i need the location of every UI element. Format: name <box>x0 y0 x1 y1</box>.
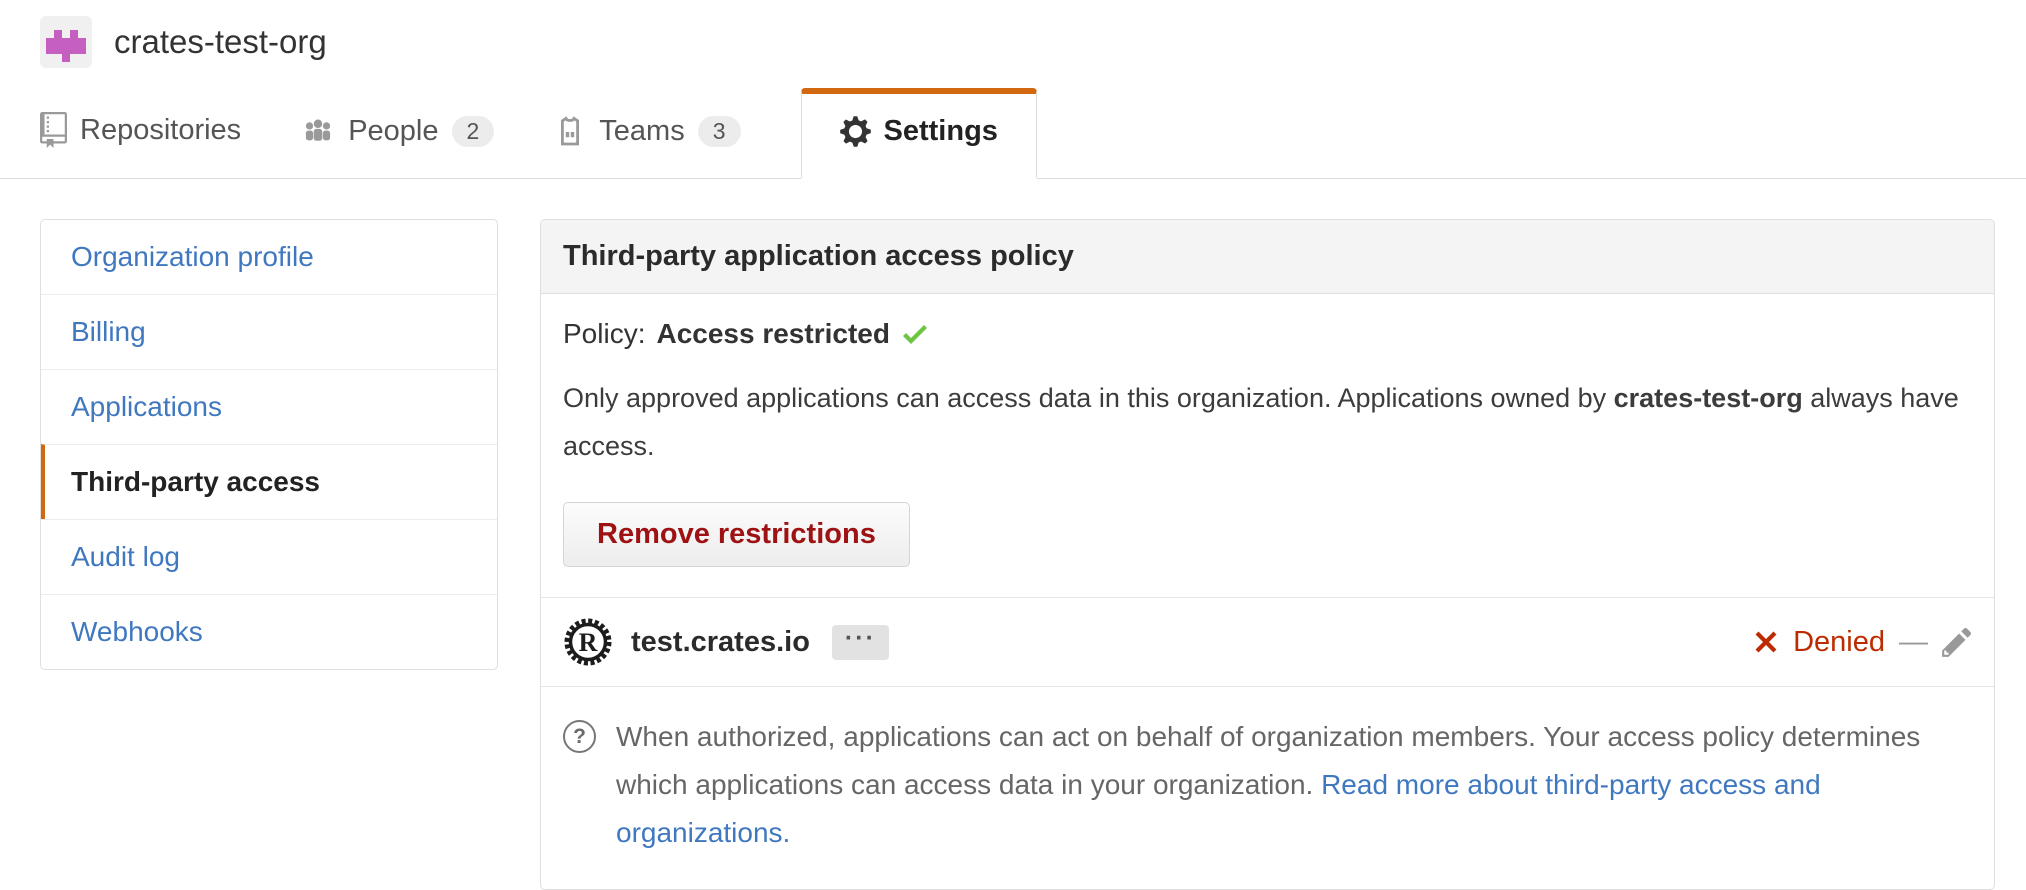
tab-people[interactable]: People 2 <box>301 114 494 178</box>
policy-value: Access restricted <box>656 318 889 350</box>
org-tabnav: Repositories People 2 Teams 3 Se <box>0 88 2026 179</box>
tab-label: People <box>348 115 438 148</box>
gear-icon <box>840 114 871 149</box>
panel-title: Third-party application access policy <box>541 220 1994 294</box>
sidebar-item-billing[interactable]: Billing <box>41 294 497 369</box>
panel-note: ? When authorized, applications can act … <box>541 686 1994 889</box>
settings-sidebar: Organization profile Billing Application… <box>40 219 498 670</box>
description-org-name: crates-test-org <box>1614 383 1803 413</box>
org-title[interactable]: crates-test-org <box>114 23 327 61</box>
tab-label: Settings <box>884 115 998 148</box>
sidebar-item-third-party-access[interactable]: Third-party access <box>41 444 497 519</box>
org-settings-page: crates-test-org Repositories People 2 <box>0 0 2026 890</box>
check-icon <box>901 318 929 350</box>
note-text: When authorized, applications can act on… <box>616 713 1972 857</box>
x-icon <box>1753 626 1779 658</box>
sidebar-item-applications[interactable]: Applications <box>41 369 497 444</box>
remove-restrictions-button[interactable]: Remove restrictions <box>563 502 910 567</box>
tab-label: Teams <box>599 115 684 148</box>
policy-description: Only approved applications can access da… <box>563 374 1963 470</box>
policy-label: Policy: <box>563 318 645 350</box>
org-header: crates-test-org <box>0 0 2026 68</box>
rust-logo-icon: R <box>563 617 613 667</box>
description-prefix: Only approved applications can access da… <box>563 383 1614 413</box>
sidebar-item-audit-log[interactable]: Audit log <box>41 519 497 594</box>
sidebar-item-organization-profile[interactable]: Organization profile <box>41 220 497 294</box>
app-more-button[interactable]: ··· <box>832 625 889 660</box>
svg-text:R: R <box>579 628 598 657</box>
tab-label: Repositories <box>80 114 241 147</box>
edit-pencil-icon[interactable] <box>1942 625 1972 659</box>
app-access-status: Denied — <box>1753 625 1972 659</box>
tab-teams[interactable]: Teams 3 <box>554 115 740 178</box>
third-party-access-panel: Third-party application access policy Po… <box>540 219 1995 890</box>
panel-body: Policy: Access restricted Only approved … <box>541 294 1994 597</box>
people-icon <box>301 114 335 148</box>
policy-line: Policy: Access restricted <box>563 318 1972 350</box>
people-count-badge: 2 <box>452 116 495 147</box>
repo-icon <box>40 112 67 148</box>
org-avatar[interactable] <box>40 16 92 68</box>
teams-jersey-icon <box>554 116 586 148</box>
org-identicon-icon <box>40 16 92 68</box>
status-dash: — <box>1899 626 1928 659</box>
question-icon: ? <box>563 720 596 753</box>
sidebar-item-webhooks[interactable]: Webhooks <box>41 594 497 669</box>
app-row-test-crates-io: R test.crates.io ··· Denied — <box>541 597 1994 686</box>
tab-repositories[interactable]: Repositories <box>40 112 241 178</box>
teams-count-badge: 3 <box>698 116 741 147</box>
settings-content: Organization profile Billing Application… <box>0 179 2026 890</box>
app-name: test.crates.io <box>631 626 810 659</box>
tab-settings[interactable]: Settings <box>801 88 1037 179</box>
denied-status-label: Denied <box>1793 626 1885 659</box>
